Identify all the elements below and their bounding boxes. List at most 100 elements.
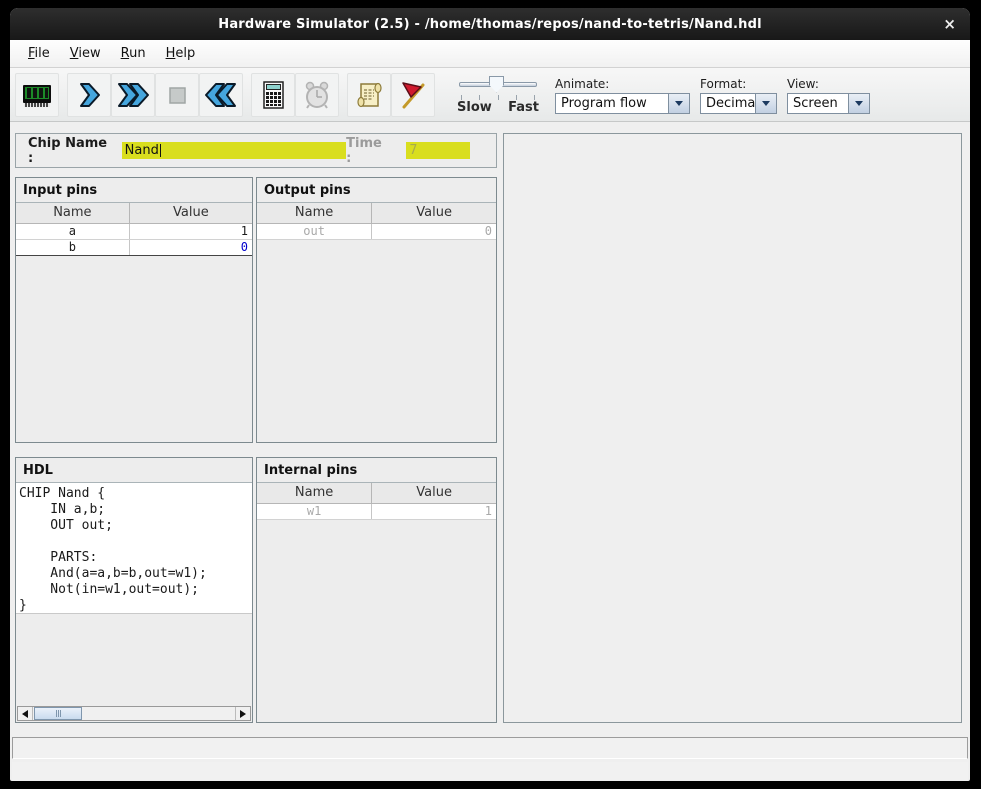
chevron-right-icon [72, 78, 106, 112]
close-icon[interactable]: × [943, 15, 956, 33]
hdl-code-view: CHIP Nand { IN a,b; OUT out; PARTS: And(… [16, 483, 252, 614]
ram-chip-icon [20, 78, 54, 112]
column-header-value: Value [372, 483, 496, 503]
column-header-value: Value [129, 203, 252, 223]
double-chevron-left-icon [204, 78, 238, 112]
animate-value[interactable]: Program flow [555, 93, 669, 114]
slider-thumb[interactable] [489, 76, 504, 93]
menu-bar: File View Run Help [10, 40, 970, 68]
view-label: View: [787, 77, 870, 91]
run-button[interactable] [111, 73, 155, 117]
chevron-down-icon [762, 101, 770, 106]
code-line: OUT out; [19, 518, 252, 534]
scrollbar-thumb[interactable] [34, 707, 82, 720]
title-bar: Hardware Simulator (2.5) - /home/thomas/… [10, 8, 970, 40]
format-combobox[interactable]: Decimal [700, 93, 777, 114]
code-line [19, 534, 252, 550]
column-header-name: Name [16, 203, 129, 223]
stop-button[interactable] [155, 73, 199, 117]
speed-slider[interactable]: Slow Fast [457, 73, 539, 117]
pin-name-cell: out [257, 223, 372, 239]
view-dropdown-button[interactable] [849, 93, 870, 114]
app-window: Hardware Simulator (2.5) - /home/thomas/… [10, 8, 970, 781]
format-dropdown-button[interactable] [756, 93, 777, 114]
pin-value-cell: 1 [372, 503, 496, 519]
column-header-name: Name [257, 483, 372, 503]
code-line: } [19, 598, 252, 614]
text-cursor [160, 144, 161, 157]
chevron-down-icon [855, 101, 863, 106]
pin-value-cell: 0 [372, 223, 496, 239]
internal-pins-panel: Internal pins Name Value w1 1 [256, 457, 497, 723]
scroll-icon [352, 78, 386, 112]
calculator-icon [256, 78, 290, 112]
combo-group: Animate: Program flow Format: Decimal Vi… [555, 75, 870, 114]
flag-icon [396, 78, 430, 112]
output-pins-table: Name Value out 0 [257, 203, 496, 240]
chip-name-value: Nand [125, 143, 159, 158]
code-line: And(a=a,b=b,out=w1); [19, 566, 252, 582]
animate-combo-wrap: Animate: Program flow [555, 77, 690, 114]
view-combo-wrap: View: Screen [787, 77, 870, 114]
animate-label: Animate: [555, 77, 690, 91]
menu-help[interactable]: Help [156, 42, 206, 65]
hdl-panel: HDL CHIP Nand { IN a,b; OUT out; PARTS: … [15, 457, 253, 723]
window-title: Hardware Simulator (2.5) - /home/thomas/… [218, 17, 762, 32]
single-step-button[interactable] [67, 73, 111, 117]
clock-button[interactable] [295, 73, 339, 117]
table-row: out 0 [257, 223, 496, 239]
double-chevron-right-icon [116, 78, 150, 112]
chip-name-label: Chip Name : [28, 136, 115, 166]
format-combo-wrap: Format: Decimal [700, 77, 777, 114]
chevron-down-icon [675, 101, 683, 106]
view-combobox[interactable]: Screen [787, 93, 870, 114]
scroll-right-button[interactable] [235, 707, 250, 720]
output-pins-title: Output pins [257, 178, 496, 203]
time-input[interactable]: 7 [406, 142, 470, 159]
table-row: b 0 [16, 239, 252, 255]
menu-file[interactable]: File [18, 42, 60, 65]
pin-value-cell[interactable]: 1 [129, 223, 252, 239]
breakpoint-button[interactable] [391, 73, 435, 117]
load-chip-button[interactable] [15, 73, 59, 117]
table-row: a 1 [16, 223, 252, 239]
stop-square-icon [160, 78, 194, 112]
view-value[interactable]: Screen [787, 93, 849, 114]
input-pins-table: Name Value a 1 b 0 [16, 203, 252, 256]
alarm-clock-icon [300, 78, 334, 112]
reset-button[interactable] [199, 73, 243, 117]
chip-name-bar: Chip Name : Nand Time : 7 [15, 133, 497, 168]
code-line: Not(in=w1,out=out); [19, 582, 252, 598]
hdl-title: HDL [16, 458, 252, 483]
pin-name-cell: a [16, 223, 129, 239]
pin-name-cell: b [16, 239, 129, 255]
code-line: CHIP Nand { [19, 486, 252, 502]
menu-view[interactable]: View [60, 42, 111, 65]
animate-combobox[interactable]: Program flow [555, 93, 690, 114]
code-line: PARTS: [19, 550, 252, 566]
chip-name-input[interactable]: Nand [122, 142, 347, 159]
script-button[interactable] [347, 73, 391, 117]
menu-run[interactable]: Run [111, 42, 156, 65]
table-row: w1 1 [257, 503, 496, 519]
calculator-button[interactable] [251, 73, 295, 117]
bottom-strip [12, 762, 968, 780]
format-value[interactable]: Decimal [700, 93, 756, 114]
slider-slow-label: Slow [457, 100, 492, 115]
hdl-horizontal-scrollbar[interactable] [17, 706, 251, 721]
triangle-left-icon [22, 710, 28, 718]
internal-pins-title: Internal pins [257, 458, 496, 483]
format-label: Format: [700, 77, 777, 91]
code-line: IN a,b; [19, 502, 252, 518]
triangle-right-icon [240, 710, 246, 718]
column-header-name: Name [257, 203, 372, 223]
animate-dropdown-button[interactable] [669, 93, 690, 114]
input-pins-title: Input pins [16, 178, 252, 203]
scroll-left-button[interactable] [18, 707, 33, 720]
slider-fast-label: Fast [508, 100, 539, 115]
output-pins-panel: Output pins Name Value out 0 [256, 177, 497, 443]
main-content: Chip Name : Nand Time : 7 Input pins Nam… [10, 122, 970, 735]
input-pins-panel: Input pins Name Value a 1 b 0 [15, 177, 253, 443]
pin-value-cell[interactable]: 0 [129, 239, 252, 255]
internal-pins-table: Name Value w1 1 [257, 483, 496, 520]
